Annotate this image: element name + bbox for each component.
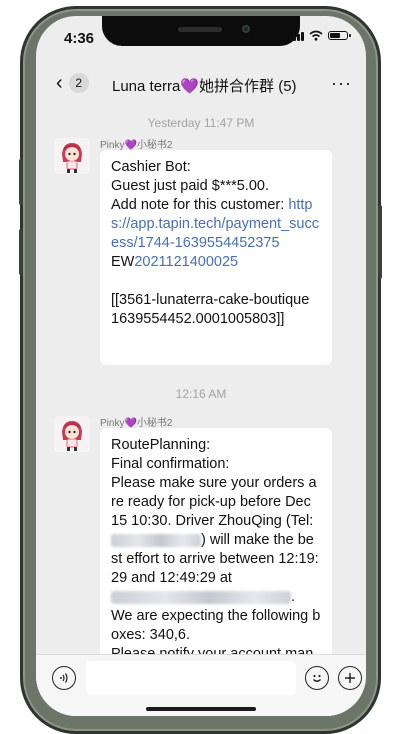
message-bubble[interactable]: Cashier Bot: Guest just paid $***5.00. A… <box>100 150 332 365</box>
volume-down-button <box>19 229 23 275</box>
message-text: Guest just paid $***5.00. <box>111 178 269 194</box>
ew-number-link[interactable]: 2021121400025 <box>134 254 238 270</box>
sender-name: Pinky💜小秘书2 <box>100 140 173 151</box>
message-text: Add note for this customer: <box>111 197 289 213</box>
volume-up-button <box>19 159 23 205</box>
chat-title: Luna terra💜她拼合作群 (5) <box>112 78 297 95</box>
status-time: 4:36 <box>64 30 95 47</box>
message-text: Cashier Bot: <box>111 159 191 175</box>
back-button[interactable]: ‹ 2 <box>56 73 89 93</box>
notch <box>102 16 300 46</box>
sender-name: Pinky💜小秘书2 <box>100 418 173 429</box>
message-timestamp: Yesterday 11:47 PM <box>147 116 255 130</box>
more-button[interactable]: ··· <box>331 73 352 94</box>
chat-input-bar <box>36 654 366 716</box>
chat-navbar: ‹ 2 Luna terra💜她拼合作群 (5) ··· <box>36 64 366 104</box>
camera-icon <box>242 25 250 33</box>
message-timestamp: 12:16 AM <box>175 387 227 401</box>
voice-icon[interactable] <box>52 666 76 690</box>
message-list[interactable]: Yesterday 11:47 PM Pinky💜小秘书2 Cashier Bo… <box>36 108 366 654</box>
avatar[interactable] <box>54 416 90 452</box>
avatar[interactable] <box>54 138 90 174</box>
message-input[interactable] <box>86 661 296 695</box>
girl-avatar-icon <box>54 416 90 452</box>
chevron-left-icon: ‹ <box>56 72 63 94</box>
plus-icon[interactable] <box>338 666 362 690</box>
phone-screen: 4:36 ‹ 2 Luna terra💜她拼合作群 (5) ··· Yester… <box>36 16 366 716</box>
status-icons <box>289 30 351 41</box>
signal-icon <box>289 31 304 41</box>
emoji-icon[interactable] <box>305 666 329 690</box>
unread-count-badge: 2 <box>68 73 89 93</box>
message-text: [[3561-lunaterra-cake-boutique 163955445… <box>111 292 314 327</box>
speaker <box>178 27 222 32</box>
home-indicator[interactable] <box>146 707 256 711</box>
girl-avatar-icon <box>54 138 90 174</box>
redacted-address <box>111 590 291 604</box>
message-bubble[interactable]: RoutePlanning: Final confirmation: Pleas… <box>100 428 332 654</box>
message-text: EW <box>111 254 135 270</box>
redacted-phone <box>111 533 201 547</box>
power-button <box>378 205 382 279</box>
wifi-icon <box>309 30 323 41</box>
message-text: RoutePlanning: Final confirmation: Pleas… <box>111 437 317 529</box>
battery-icon <box>328 31 351 40</box>
